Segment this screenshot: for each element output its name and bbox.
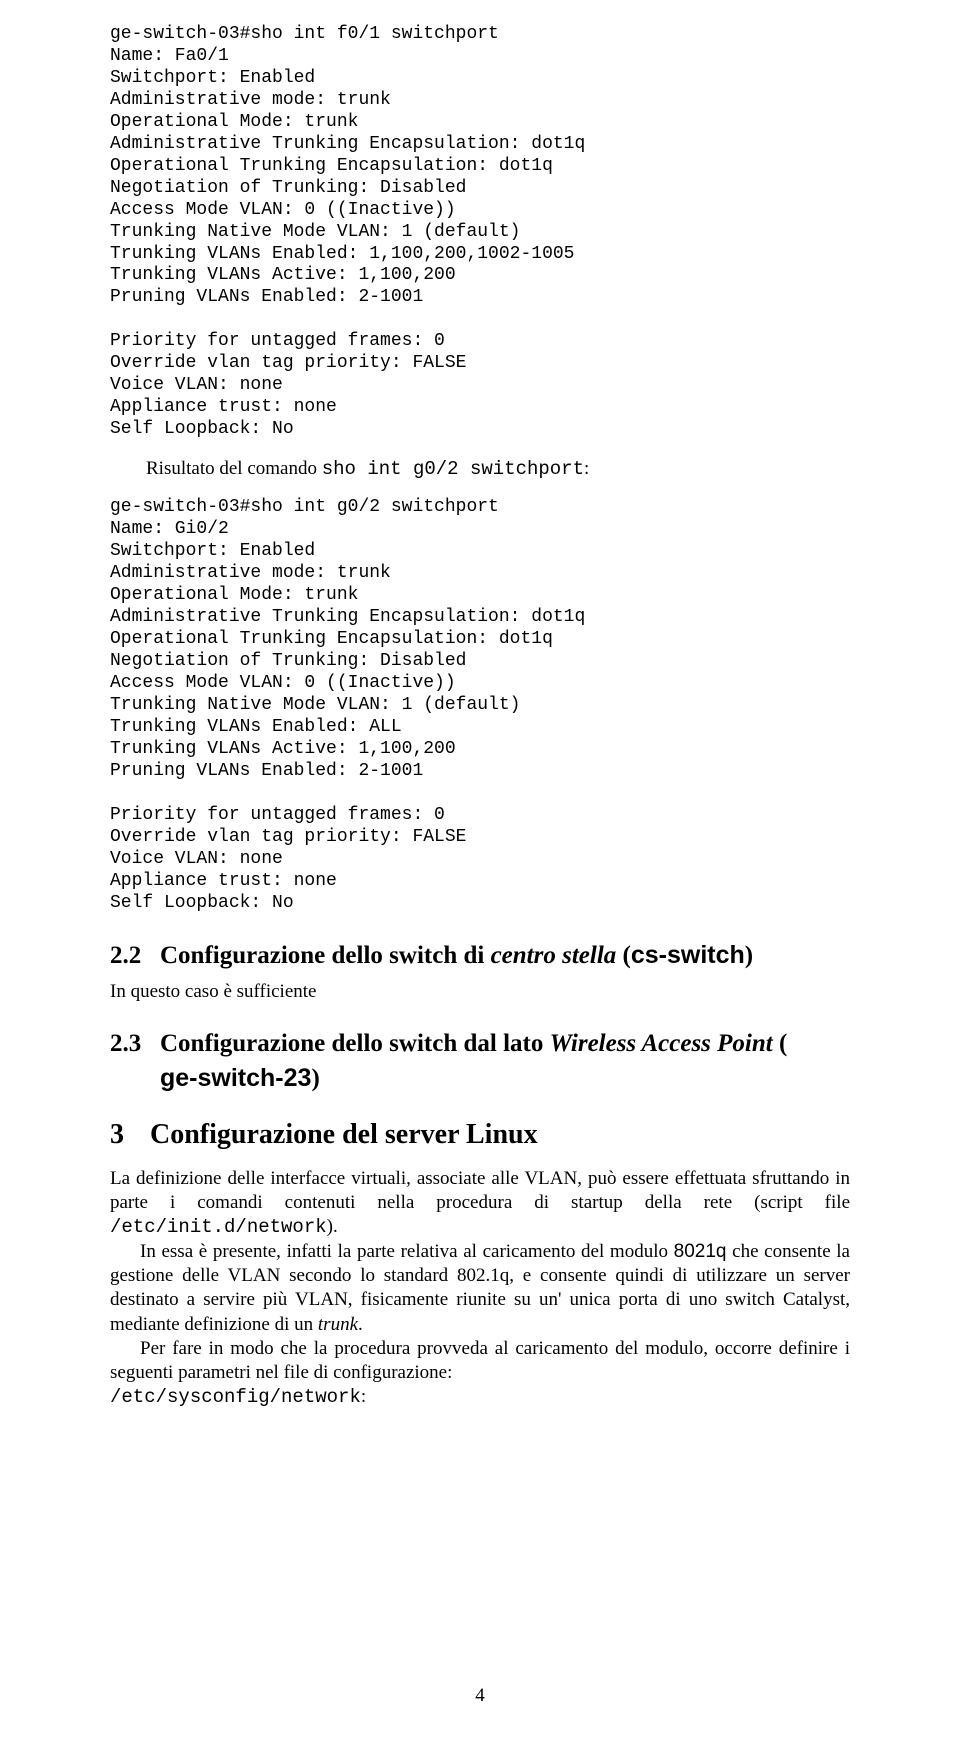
section-number: 2.2 [110, 940, 160, 972]
document-page: ge-switch-03#sho int f0/1 switchport Nam… [0, 0, 960, 1738]
text: La definizione delle interfacce virtuali… [110, 1168, 850, 1213]
paragraph-3c: Per fare in modo che la procedura provve… [110, 1337, 850, 1386]
heading-text: Configurazione dello switch di [160, 942, 491, 969]
inline-code: sho int g0/2 switchport [322, 458, 584, 480]
inline-code: /etc/init.d/network [110, 1216, 327, 1238]
heading-text: Configurazione dello switch dal lato [160, 1030, 550, 1057]
heading-sans-text: ge-switch-23 [160, 1064, 311, 1092]
inline-italic: trunk [318, 1314, 358, 1335]
code-block-1: ge-switch-03#sho int f0/1 switchport Nam… [110, 24, 850, 441]
code-block-2: ge-switch-03#sho int g0/2 switchport Nam… [110, 497, 850, 914]
text: : [361, 1386, 366, 1407]
heading-sans: ge-switch-23) [160, 1062, 850, 1095]
heading-text: Configurazione del server Linux [150, 1119, 538, 1150]
text: : [584, 458, 589, 479]
heading-2-2: 2.2Configurazione dello switch di centro… [110, 939, 850, 972]
heading-3: 3Configurazione del server Linux [110, 1117, 850, 1153]
paragraph-2-2: In questo caso è sufficiente [110, 980, 850, 1004]
heading-text: ( [616, 942, 631, 969]
text: . [358, 1314, 363, 1335]
text: Risultato del comando [146, 458, 322, 479]
heading-text: ) [745, 942, 753, 969]
heading-text: ( [773, 1030, 788, 1057]
page-number: 4 [0, 1684, 960, 1708]
section-number: 3 [110, 1117, 150, 1153]
heading-italic: centro stella [491, 942, 617, 969]
text: ). [327, 1216, 338, 1237]
section-number: 2.3 [110, 1028, 160, 1060]
heading-2-3: 2.3Configurazione dello switch dal lato … [110, 1028, 850, 1095]
inline-code: /etc/sysconfig/network [110, 1386, 361, 1408]
paragraph-3b: In essa è presente, infatti la parte rel… [110, 1240, 850, 1337]
paragraph-3d: /etc/sysconfig/network: [110, 1385, 850, 1409]
paragraph-3a: La definizione delle interfacce virtuali… [110, 1167, 850, 1240]
heading-text: ) [311, 1065, 319, 1092]
text: In essa è presente, infatti la parte rel… [140, 1241, 674, 1262]
heading-italic: Wireless Access Point [550, 1030, 773, 1057]
inline-sans: 8021q [674, 1241, 727, 1262]
heading-sans: cs-switch [631, 941, 745, 969]
paragraph-result-command: Risultato del comando sho int g0/2 switc… [110, 457, 850, 481]
